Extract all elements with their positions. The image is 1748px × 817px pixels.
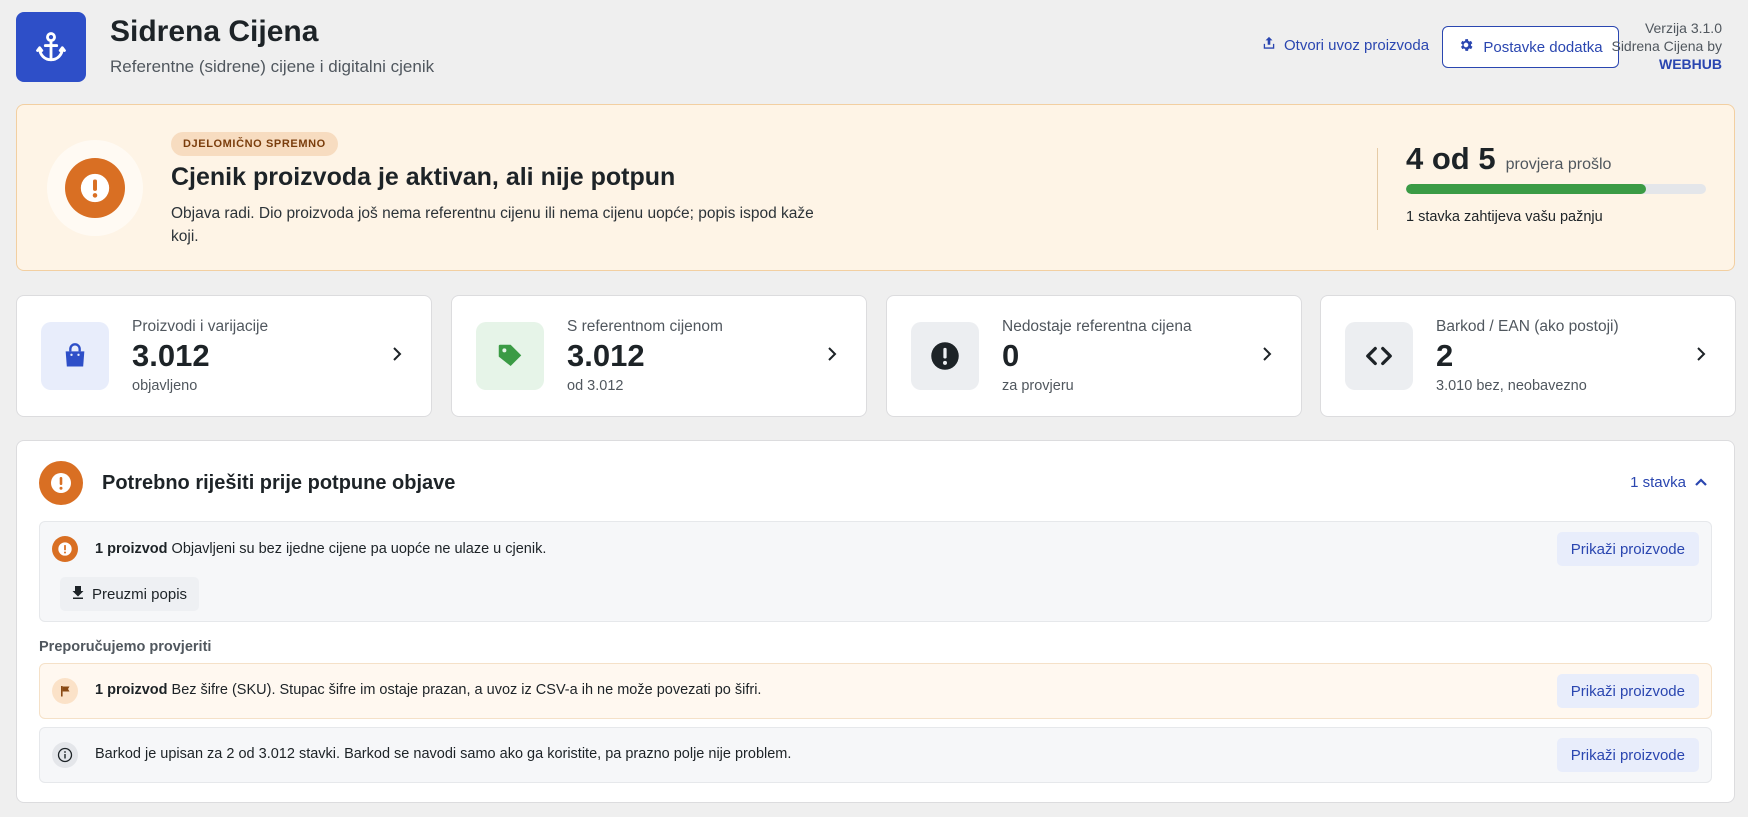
info-icon xyxy=(52,742,78,768)
chevron-right-icon xyxy=(826,345,838,368)
version-info: Verzija 3.1.0 Sidrena Cijena by WEBHUB xyxy=(1611,19,1722,73)
card-sub: za provjeru xyxy=(1002,378,1074,394)
exclamation-icon xyxy=(65,158,125,218)
stat-card-barcode[interactable]: Barkod / EAN (ako postoji) 2 3.010 bez, … xyxy=(1320,295,1736,417)
page-header: Sidrena Cijena Referentne (sidrene) cije… xyxy=(16,12,1734,82)
chevron-right-icon xyxy=(1261,345,1273,368)
anchor-logo-icon xyxy=(16,12,86,82)
issues-title: Potrebno riješiti prije potpune objave xyxy=(102,472,456,494)
card-value: 3.012 xyxy=(567,338,645,373)
version-text: Verzija 3.1.0 xyxy=(1644,20,1722,36)
shopping-bag-icon xyxy=(41,322,109,390)
gear-icon xyxy=(1458,37,1474,57)
card-value: 0 xyxy=(1002,338,1020,373)
issue-description: Bez šifre (SKU). Stupac šifre im ostaje … xyxy=(171,682,762,698)
attention-note: 1 stavka zahtijeva vašu pažnju xyxy=(1406,209,1603,225)
status-title: Cjenik proizvoda je aktivan, ali nije po… xyxy=(171,163,676,191)
app-subtitle: Referentne (sidrene) cijene i digitalni … xyxy=(110,57,435,76)
score-value: 4 od 5 xyxy=(1406,141,1496,176)
card-sub: 3.010 bez, neobavezno xyxy=(1436,378,1587,394)
card-label: Proizvodi i varijacije xyxy=(132,318,269,335)
issue-description: Barkod je upisan za 2 od 3.012 stavki. B… xyxy=(95,746,792,762)
issue-count: 1 proizvod xyxy=(95,682,168,698)
card-value: 3.012 xyxy=(132,338,210,373)
recommended-row-sku: 1 proizvod Bez šifre (SKU). Stupac šifre… xyxy=(39,663,1712,719)
card-label: S referentnom cijenom xyxy=(567,318,723,335)
stat-card-missing-reference[interactable]: Nedostaje referentna cijena 0 za provjer… xyxy=(886,295,1302,417)
checks-score: 4 od 5 provjera prošlo xyxy=(1406,141,1611,177)
download-icon xyxy=(72,585,84,603)
status-banner: DJELOMIČNO SPREMNO Cjenik proizvoda je a… xyxy=(16,104,1735,271)
chevron-right-icon xyxy=(391,345,403,368)
card-value: 2 xyxy=(1436,338,1454,373)
exclamation-icon xyxy=(39,461,83,505)
brand-link[interactable]: WEBHUB xyxy=(1611,55,1722,73)
issues-count: 1 stavka xyxy=(1630,474,1686,491)
issues-collapse-toggle[interactable]: 1 stavka xyxy=(1630,474,1708,491)
card-label: Nedostaje referentna cijena xyxy=(1002,318,1192,335)
required-issue-row: 1 proizvod Objavljeni su bez ijedne cije… xyxy=(39,521,1712,622)
open-import-link[interactable]: Otvori uvoz proizvoda xyxy=(1262,36,1429,54)
show-products-button[interactable]: Prikaži proizvode xyxy=(1556,532,1699,566)
progress-fill xyxy=(1406,184,1646,194)
show-products-button[interactable]: Prikaži proizvode xyxy=(1556,738,1699,772)
recommended-row-barcode: Barkod je upisan za 2 od 3.012 stavki. B… xyxy=(39,727,1712,783)
chevron-up-icon xyxy=(1694,474,1708,491)
exclamation-circle-icon xyxy=(911,322,979,390)
issue-count: 1 proizvod xyxy=(95,541,168,557)
card-label: Barkod / EAN (ako postoji) xyxy=(1436,318,1619,335)
app-title: Sidrena Cijena xyxy=(110,15,319,48)
recommended-heading: Preporučujemo provjeriti xyxy=(39,639,212,655)
stat-card-products[interactable]: Proizvodi i varijacije 3.012 objavljeno xyxy=(16,295,432,417)
recommended-text: 1 proizvod Bez šifre (SKU). Stupac šifre… xyxy=(95,682,761,698)
stat-card-reference-price[interactable]: S referentnom cijenom 3.012 od 3.012 xyxy=(451,295,867,417)
code-icon xyxy=(1345,322,1413,390)
divider xyxy=(1377,148,1378,230)
byline-text: Sidrena Cijena by xyxy=(1611,38,1722,54)
score-label: provjera prošlo xyxy=(1505,156,1612,173)
issue-description: Objavljeni su bez ijedne cijene pa uopće… xyxy=(171,541,547,557)
chevron-right-icon xyxy=(1695,345,1707,368)
tag-icon xyxy=(476,322,544,390)
show-products-button[interactable]: Prikaži proizvode xyxy=(1556,674,1699,708)
open-import-label: Otvori uvoz proizvoda xyxy=(1284,36,1430,54)
issues-panel: Potrebno riješiti prije potpune objave 1… xyxy=(16,440,1735,803)
status-icon-ring xyxy=(47,140,143,236)
checks-progress-bar xyxy=(1406,184,1706,194)
download-list-button[interactable]: Preuzmi popis xyxy=(60,577,200,611)
upload-icon xyxy=(1262,36,1276,54)
recommended-text: Barkod je upisan za 2 od 3.012 stavki. B… xyxy=(95,746,791,762)
plugin-settings-button[interactable]: Postavke dodatka xyxy=(1442,26,1619,68)
settings-label: Postavke dodatka xyxy=(1483,38,1603,56)
flag-icon xyxy=(52,678,78,704)
card-sub: objavljeno xyxy=(132,378,198,394)
status-badge: DJELOMIČNO SPREMNO xyxy=(171,132,338,156)
status-description: Objava radi. Dio proizvoda još nema refe… xyxy=(171,205,814,245)
required-issue-text: 1 proizvod Objavljeni su bez ijedne cije… xyxy=(95,541,546,557)
card-sub: od 3.012 xyxy=(567,378,624,394)
exclamation-icon xyxy=(52,536,78,562)
download-label: Preuzmi popis xyxy=(92,585,188,603)
